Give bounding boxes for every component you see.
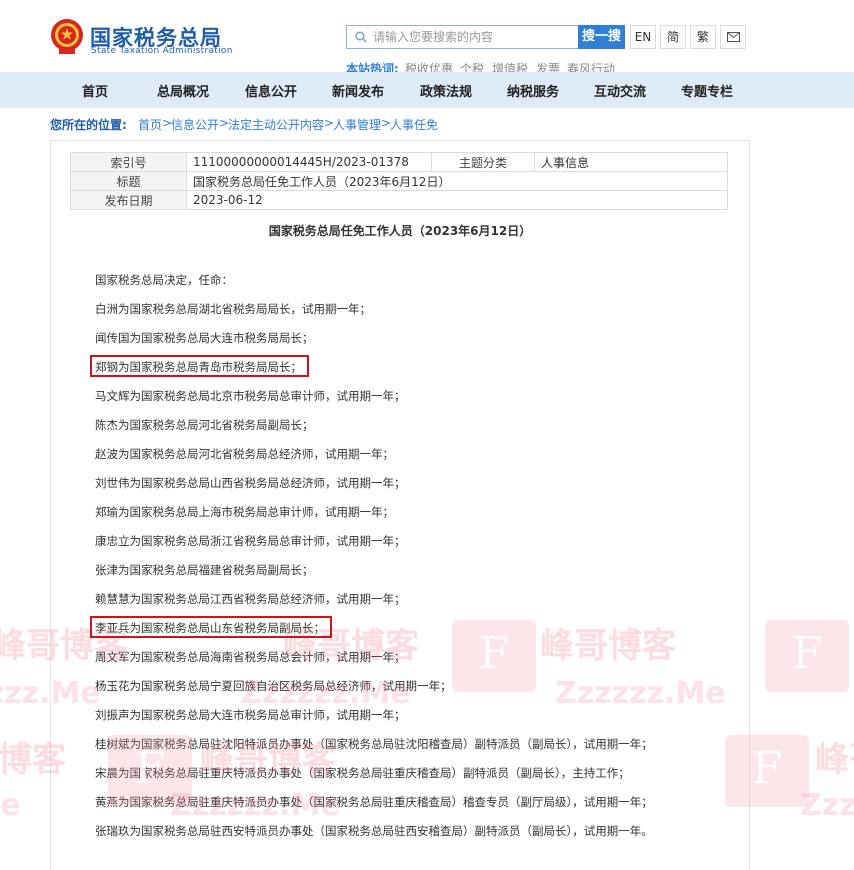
- search-input[interactable]: [373, 28, 573, 46]
- meta-title-value: 国家税务总局任免工作人员（2023年6月12日）: [186, 171, 728, 191]
- meta-topic-label: 主题分类: [431, 152, 535, 172]
- article-meta-table: 索引号 11100000000014445H/2023-01378 主题分类 人…: [70, 152, 728, 210]
- mail-button[interactable]: [720, 25, 746, 49]
- breadcrumb-item[interactable]: 法定主动公开内容: [228, 116, 324, 133]
- appointment-paragraph: 闻传国为国家税务总局大连市税务局局长；: [95, 331, 314, 345]
- appointment-paragraph: 赖慧慧为国家税务总局江西省税务局总经济师，试用期一年；: [95, 592, 406, 606]
- appointment-paragraph: 国家税务总局决定，任命：: [95, 273, 233, 287]
- lang-simplified-button[interactable]: 简: [660, 25, 686, 49]
- meta-date-value: 2023-06-12: [186, 190, 728, 210]
- appointment-paragraph: 杨玉花为国家税务总局宁夏回族自治区税务局总经济师，试用期一年；: [95, 679, 452, 693]
- lang-traditional-button[interactable]: 繁: [690, 25, 716, 49]
- watermark-logo: F: [765, 620, 849, 692]
- search-button[interactable]: 搜一搜: [578, 25, 625, 49]
- watermark-text-en: Zzzzzz.Me: [0, 788, 21, 823]
- appointment-paragraph: 白洲为国家税务总局湖北省税务局局长，试用期一年；: [95, 302, 371, 316]
- nav-item-special-topics[interactable]: 专题专栏: [681, 81, 733, 100]
- highlight-box: [90, 616, 332, 638]
- nav-item-tax-services[interactable]: 纳税服务: [507, 81, 559, 100]
- meta-index-value: 11100000000014445H/2023-01378: [186, 152, 432, 172]
- appointment-paragraph: 陈杰为国家税务总局河北省税务局副局长；: [95, 418, 314, 432]
- meta-topic-value: 人事信息: [534, 152, 728, 172]
- main-nav: 首页 总局概况 信息公开 新闻发布 政策法规 纳税服务 互动交流 专题专栏: [0, 72, 854, 108]
- highlight-box: [90, 355, 309, 377]
- site-header: 国家税务总局 State Taxation Administration 搜一搜…: [0, 0, 854, 76]
- appointment-paragraph: 张津为国家税务总局福建省税务局副局长；: [95, 563, 314, 577]
- nav-item-home[interactable]: 首页: [82, 81, 108, 100]
- search-box: [346, 25, 578, 49]
- nav-item-policies[interactable]: 政策法规: [420, 81, 472, 100]
- breadcrumb-item[interactable]: 首页: [138, 116, 162, 133]
- national-emblem-icon: [51, 19, 83, 54]
- watermark-text: 峰哥博客: [815, 740, 854, 780]
- appointment-paragraph: 黄燕为国家税务总局驻重庆特派员办事处（国家税务总局驻重庆稽查局）稽查专员（副厅局…: [95, 795, 653, 809]
- appointment-paragraph: 桂树斌为国家税务总局驻沈阳特派员办事处（国家税务总局驻沈阳稽查局）副特派员（副局…: [95, 737, 653, 751]
- nav-item-overview[interactable]: 总局概况: [157, 81, 209, 100]
- lang-en-button[interactable]: EN: [630, 25, 656, 49]
- appointment-paragraph: 刘振声为国家税务总局大连市税务局总审计师，试用期一年；: [95, 708, 406, 722]
- appointment-paragraph: 赵波为国家税务总局河北省税务局总经济师，试用期一年；: [95, 447, 394, 461]
- nav-item-news[interactable]: 新闻发布: [332, 81, 384, 100]
- search-icon: [355, 31, 367, 43]
- meta-title-label: 标题: [70, 171, 187, 191]
- meta-index-label: 索引号: [70, 152, 187, 172]
- watermark-text-en: Zzzzzz.Me: [800, 788, 854, 823]
- mail-icon: [726, 32, 740, 42]
- appointment-paragraph: 马文辉为国家税务总局北京市税务局总审计师，试用期一年；: [95, 389, 406, 403]
- breadcrumb-item[interactable]: 信息公开: [171, 116, 219, 133]
- breadcrumb-item[interactable]: 人事任免: [390, 116, 438, 133]
- appointment-paragraph: 康忠立为国家税务总局浙江省税务局总审计师，试用期一年；: [95, 534, 406, 548]
- appointment-paragraph: 宋晨为国家税务总局驻重庆特派员办事处（国家税务总局驻重庆稽查局）副特派员（副局长…: [95, 766, 630, 780]
- breadcrumb-label: 您所在的位置:: [50, 118, 127, 132]
- article-title: 国家税务总局任免工作人员（2023年6月12日）: [268, 224, 532, 238]
- meta-date-label: 发布日期: [70, 190, 187, 210]
- appointment-paragraph: 郑瑜为国家税务总局上海市税务局总审计师，试用期一年；: [95, 505, 394, 519]
- appointment-paragraph: 周文军为国家税务总局海南省税务局总会计师，试用期一年；: [95, 650, 406, 664]
- nav-item-info-disclosure[interactable]: 信息公开: [245, 81, 297, 100]
- breadcrumb-item[interactable]: 人事管理: [333, 116, 381, 133]
- site-name-english: State Taxation Administration: [91, 46, 233, 56]
- appointment-paragraph: 张瑞玖为国家税务总局驻西安特派员办事处（国家税务总局驻西安稽查局）副特派员（副局…: [95, 824, 653, 838]
- appointment-paragraph: 刘世伟为国家税务总局山西省税务局总经济师，试用期一年；: [95, 476, 406, 490]
- nav-item-interaction[interactable]: 互动交流: [594, 81, 646, 100]
